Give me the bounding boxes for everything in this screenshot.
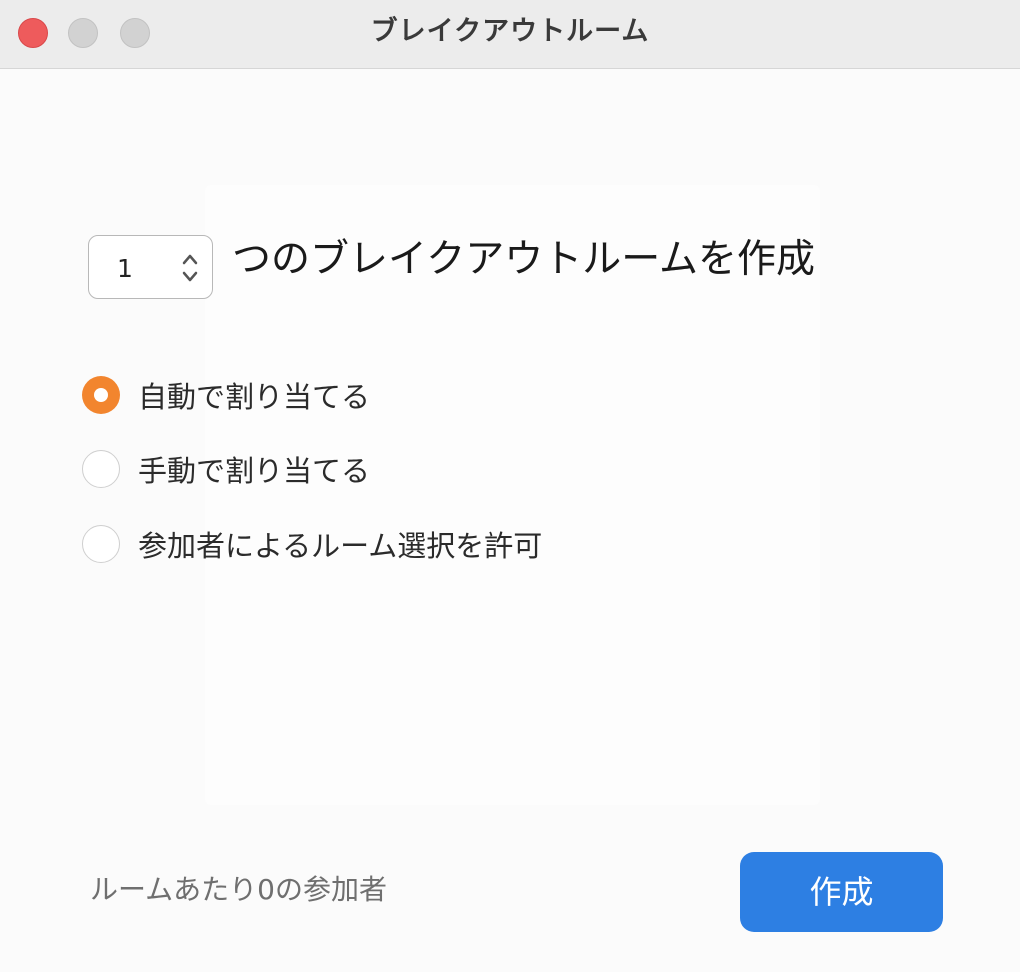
radio-selected-dot	[94, 388, 108, 402]
create-button[interactable]: 作成	[740, 852, 943, 932]
radio-option-auto-assign[interactable]: 自動で割り当てる	[82, 374, 370, 416]
radio-label-auto[interactable]: 自動で割り当てる	[138, 374, 370, 416]
room-count-value[interactable]: 1	[117, 236, 133, 300]
room-count-stepper[interactable]: 1	[88, 235, 213, 299]
radio-button-manual[interactable]	[82, 450, 120, 488]
breakout-rooms-window: ブレイクアウトルーム 1 つのブレイクアウトルームを作成 自動で割り当てる 手動…	[0, 0, 1020, 972]
radio-option-manual-assign[interactable]: 手動で割り当てる	[82, 448, 370, 490]
title-bar: ブレイクアウトルーム	[0, 0, 1020, 69]
radio-label-manual[interactable]: 手動で割り当てる	[138, 448, 370, 490]
create-rooms-label: つのブレイクアウトルームを作成	[232, 237, 816, 282]
radio-option-participant-choose[interactable]: 参加者によるルーム選択を許可	[82, 523, 542, 565]
window-title: ブレイクアウトルーム	[370, 16, 650, 47]
up-down-chevron-icon[interactable]	[180, 250, 200, 286]
radio-button-auto[interactable]	[82, 376, 120, 414]
participants-per-room-note: ルームあたり0の参加者	[90, 873, 387, 906]
radio-label-participant-choose[interactable]: 参加者によるルーム選択を許可	[138, 523, 542, 565]
radio-button-participant-choose[interactable]	[82, 525, 120, 563]
